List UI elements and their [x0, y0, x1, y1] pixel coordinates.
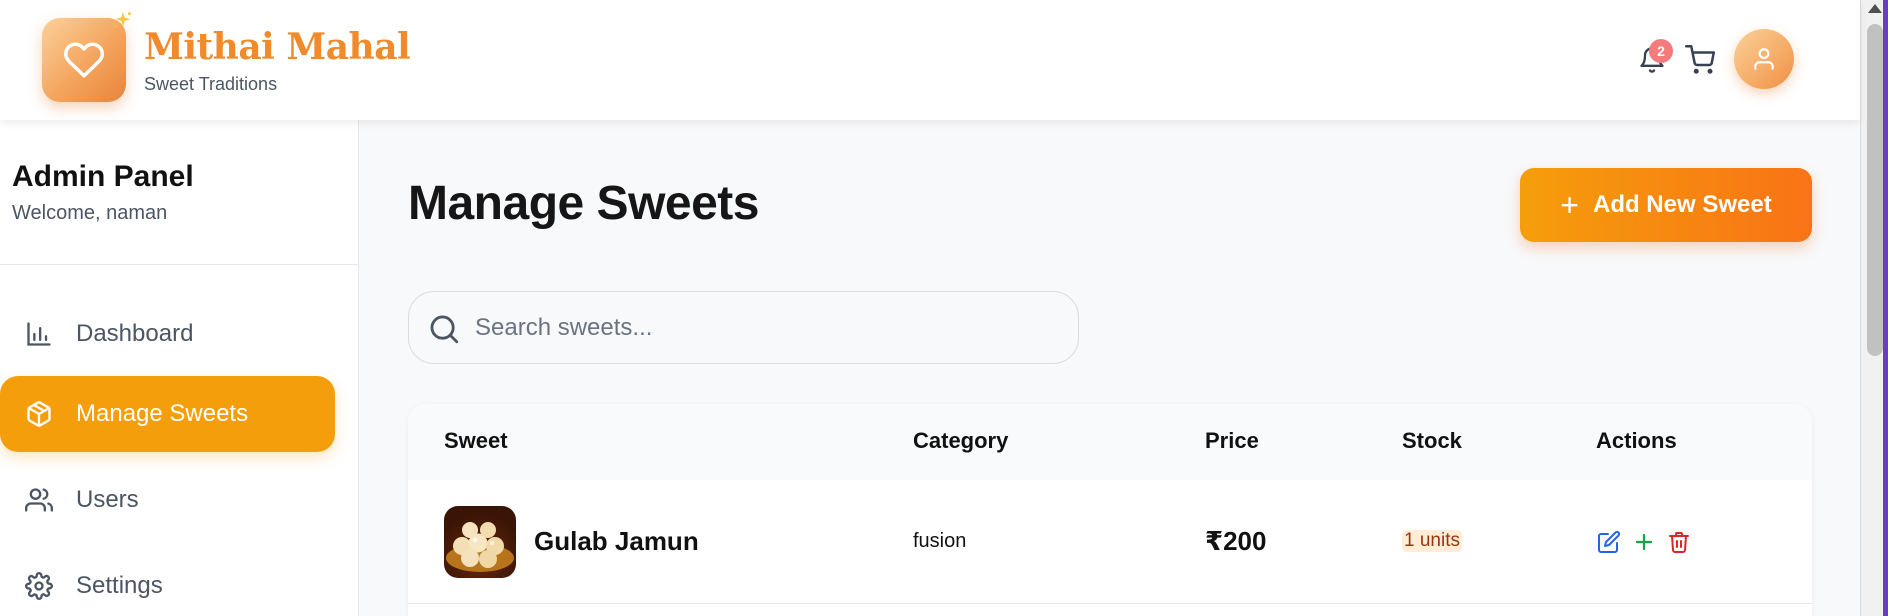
cart-icon [1685, 45, 1715, 74]
sidebar-item-label: Dashboard [76, 320, 194, 347]
scroll-up-arrow-icon[interactable] [1868, 4, 1882, 13]
plus-icon: + [1560, 187, 1579, 223]
column-header-stock: Stock [1402, 428, 1462, 453]
sidebar-item-label: Settings [76, 572, 163, 599]
table-header: Sweet Category Price Stock Actions [408, 404, 1812, 480]
brand-title[interactable]: Mithai Mahal [144, 26, 411, 68]
add-new-sweet-button[interactable]: + Add New Sweet [1520, 168, 1812, 242]
cart-button[interactable] [1684, 44, 1716, 76]
sidebar-item-label: Manage Sweets [76, 400, 249, 427]
trash-icon [1669, 532, 1689, 553]
sidebar-item-dashboard[interactable]: Dashboard [0, 296, 335, 372]
user-icon [1754, 48, 1774, 70]
delete-button[interactable] [1665, 528, 1693, 556]
sidebar-item-users[interactable]: Users [0, 462, 335, 538]
edit-button[interactable] [1595, 528, 1623, 556]
page-title: Manage Sweets [408, 177, 759, 230]
user-avatar-button[interactable] [1734, 29, 1794, 89]
gear-icon [24, 571, 54, 601]
sweets-table: Sweet Category Price Stock Actions Gulab… [408, 404, 1812, 616]
search-icon [430, 315, 459, 344]
search-box [408, 291, 1079, 364]
table-row: Gulab Jamun fusion ₹200 1 units [408, 480, 1812, 604]
divider [0, 264, 359, 265]
column-header-actions: Actions [1596, 428, 1677, 453]
users-icon [24, 485, 54, 515]
heart-icon [64, 42, 104, 78]
sidebar: Admin Panel Welcome, naman Dashboard Man… [0, 120, 359, 616]
sidebar-header: Admin Panel Welcome, naman [12, 160, 194, 225]
gulab-jamun-image [446, 522, 514, 572]
add-button-label: Add New Sweet [1592, 191, 1772, 218]
sweet-category: fusion [913, 530, 967, 552]
package-icon [24, 399, 54, 429]
sweet-price: ₹200 [1205, 526, 1267, 556]
sparkle-icon [114, 11, 131, 28]
plus-icon [1635, 533, 1653, 551]
notification-badge: 2 [1649, 39, 1673, 63]
column-header-price: Price [1205, 428, 1259, 453]
scrollbar-thumb[interactable] [1867, 24, 1883, 356]
column-header-category: Category [913, 428, 1009, 453]
sweet-name: Gulab Jamun [534, 526, 699, 556]
sidebar-item-settings[interactable]: Settings [0, 548, 335, 616]
restock-button[interactable] [1630, 528, 1658, 556]
window-edge [1883, 0, 1888, 616]
bar-chart-icon [24, 319, 54, 349]
column-header-sweet: Sweet [444, 428, 508, 453]
top-header: Mithai Mahal Sweet Traditions 2 [0, 0, 1860, 120]
sidebar-item-label: Users [76, 486, 139, 513]
edit-icon [1598, 530, 1621, 553]
stock-badge: 1 units [1402, 530, 1462, 552]
search-input[interactable] [475, 292, 1065, 363]
welcome-text: Welcome, naman [12, 202, 168, 224]
brand-subtitle: Sweet Traditions [144, 74, 278, 94]
sweet-thumbnail [444, 506, 516, 578]
sidebar-title: Admin Panel [12, 160, 194, 193]
sidebar-item-manage-sweets[interactable]: Manage Sweets [0, 376, 335, 452]
